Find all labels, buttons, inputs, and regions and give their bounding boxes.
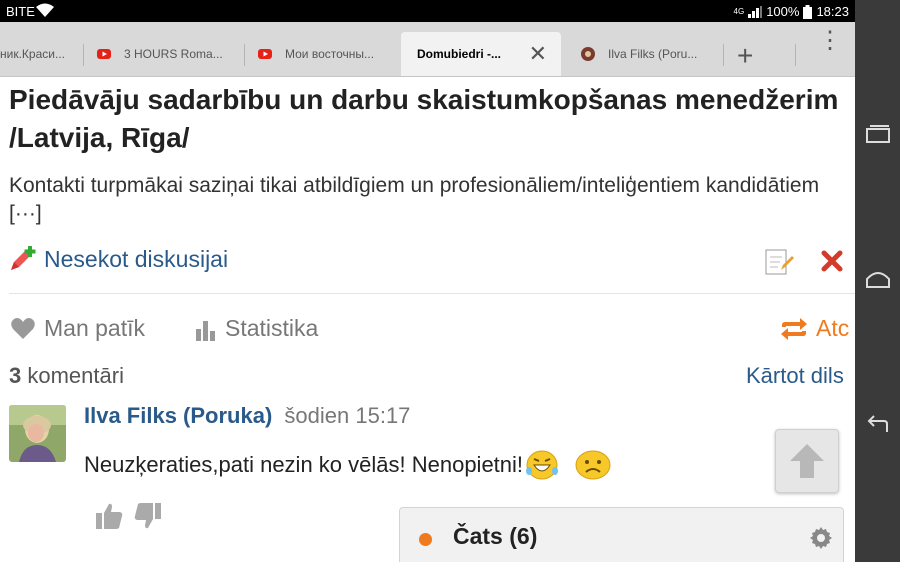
delete-icon[interactable]	[820, 249, 844, 273]
arrow-up-icon	[790, 444, 824, 478]
gear-icon[interactable]	[809, 526, 833, 550]
unfollow-label: Nesekot diskusijai	[44, 245, 229, 272]
youtube-icon	[258, 49, 272, 59]
comment-author[interactable]: Ilva Filks (Poruka)	[84, 403, 272, 428]
tab-title: Ilva Filks (Poru...	[608, 47, 698, 61]
avatar[interactable]	[9, 405, 66, 462]
tab-2[interactable]: 3 HOURS Roma...	[96, 32, 241, 76]
like-button[interactable]: Man patīk	[10, 315, 145, 342]
signal-icon	[748, 5, 763, 18]
carrier-label: BITE	[6, 4, 35, 19]
tab-title: ник.Краси...	[0, 47, 65, 61]
statistics-label: Statistika	[225, 315, 319, 341]
network-type-label: 4G	[733, 7, 745, 16]
tab-1[interactable]: ник.Краси...	[0, 32, 82, 76]
battery-icon	[803, 4, 813, 19]
comment-time: šodien 15:17	[284, 403, 411, 428]
close-tab-icon[interactable]: ✕	[529, 41, 547, 67]
scroll-to-top-button[interactable]	[775, 429, 839, 493]
unfollow-link[interactable]: Nesekot diskusijai	[8, 245, 228, 273]
laughing-emoji-icon	[526, 450, 559, 480]
thumbs-down-icon[interactable]	[133, 501, 163, 531]
repost-icon	[781, 317, 807, 340]
post-title: Piedāvāju sadarbību un darbu skaistumkop…	[9, 84, 839, 153]
browser-tab-strip: ник.Краси... 3 HOURS Roma... Мои восточн…	[0, 22, 855, 77]
share-label: Atc	[816, 315, 850, 341]
tab-active[interactable]: Domubiedri -... ✕	[401, 32, 561, 76]
home-icon[interactable]	[863, 265, 893, 295]
comment-count-label: komentāri	[27, 363, 124, 388]
status-bar: BITE 4G 100% 18:23	[0, 0, 855, 22]
thumbs-up-icon[interactable]	[94, 501, 124, 531]
sad-emoji-icon	[575, 450, 611, 480]
tab-title: Domubiedri -...	[417, 47, 501, 61]
statistics-button[interactable]: Statistika	[195, 315, 318, 342]
comment-body: Neuzķeraties,pati nezin ko vēlās! Nenopi…	[84, 449, 613, 481]
edit-icon[interactable]	[763, 246, 795, 276]
chat-label: Čats (6)	[453, 523, 538, 549]
system-navigation-bar	[855, 0, 900, 562]
comment-count-number: 3	[9, 363, 22, 388]
page-content: Piedāvāju sadarbību un darbu skaistumkop…	[0, 77, 855, 562]
tab-3[interactable]: Мои восточны...	[257, 32, 397, 76]
divider	[9, 293, 855, 294]
site-icon	[581, 47, 595, 61]
tab-5[interactable]: Ilva Filks (Poru...	[580, 32, 720, 76]
share-button[interactable]: Atc	[780, 315, 849, 342]
like-label: Man patīk	[44, 315, 145, 341]
online-status-dot	[419, 533, 432, 546]
menu-icon[interactable]: ⋮	[818, 29, 842, 53]
heart-icon	[11, 317, 35, 339]
comment-text: Neuzķeraties,pati nezin ko vēlās! Nenopi…	[84, 452, 524, 477]
wifi-icon	[36, 3, 54, 17]
clock: 18:23	[816, 4, 849, 19]
new-tab-icon[interactable]: +	[737, 40, 753, 72]
back-icon[interactable]	[863, 412, 893, 442]
comment-count: 3 komentāri	[9, 363, 124, 389]
chat-panel[interactable]: Čats (6)	[399, 507, 844, 562]
battery-percent: 100%	[766, 4, 800, 19]
sort-link[interactable]: Kārtot dils	[746, 363, 844, 389]
tab-title: Мои восточны...	[285, 47, 375, 61]
bar-chart-icon	[196, 320, 215, 341]
recent-apps-icon[interactable]	[863, 120, 893, 150]
tab-title: 3 HOURS Roma...	[124, 47, 223, 61]
post-excerpt: Kontakti turpmākai saziņai tikai atbildī…	[9, 174, 820, 225]
pencil-plus-icon	[11, 246, 36, 270]
comment-header: Ilva Filks (Poruka) šodien 15:17	[84, 403, 410, 429]
youtube-icon	[97, 49, 111, 59]
